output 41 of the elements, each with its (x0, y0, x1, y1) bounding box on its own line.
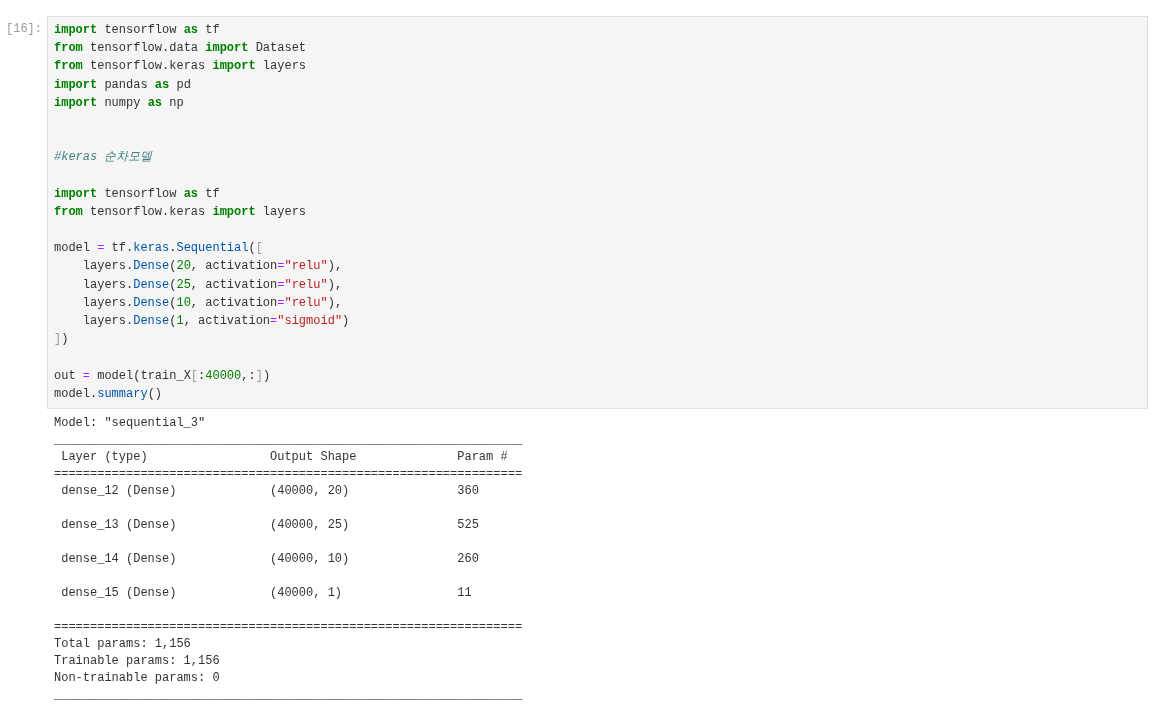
table-cell: 11 (457, 585, 472, 600)
summary-rule: ================================================================= (54, 619, 523, 634)
column-header: Param # (457, 449, 508, 464)
column-header: Output Shape (270, 449, 357, 464)
code-line: import tensorflow as tf (54, 22, 220, 39)
code-line: from tensorflow.keras import layers (54, 58, 307, 76)
summary-rule: _________________________________________________________________ (54, 432, 523, 447)
code-line: model.summary() (54, 385, 163, 403)
table-cell: 260 (457, 551, 479, 566)
code-line: from tensorflow.keras import layers (54, 203, 307, 221)
code-line: out = model(train_X[:40000,:]) (54, 367, 271, 385)
cell-prompt: [16]: (6, 21, 42, 38)
table-cell: (40000, 20) (270, 483, 350, 498)
table-cell: 360 (457, 483, 479, 498)
code-line: layers.Dense(20, activation="relu"), (81, 258, 343, 276)
code-line: model = tf.keras.Sequential([ (54, 240, 263, 258)
code-line: layers.Dense(10, activation="relu"), (81, 294, 343, 312)
column-header: Layer (type) (61, 449, 148, 464)
code-line: import tensorflow as tf (54, 185, 220, 203)
table-cell: dense_15 (Dense) (61, 585, 177, 600)
output-text: Non-trainable params: 0 (54, 670, 220, 685)
table-cell: dense_12 (Dense) (61, 483, 177, 498)
code-line: layers.Dense(1, activation="sigmoid") (81, 313, 350, 330)
code-line: layers.Dense(25, activation="relu"), (81, 276, 343, 294)
summary-rule: _________________________________________________________________ (54, 687, 523, 702)
code-line: #keras 순차모델 (54, 149, 153, 167)
output-text: Model: "sequential_3" (54, 415, 206, 430)
table-cell: (40000, 10) (270, 551, 350, 566)
table-cell: (40000, 1) (270, 585, 343, 600)
table-cell: dense_13 (Dense) (61, 517, 177, 532)
output-text: Trainable params: 1,156 (54, 653, 220, 668)
code-cell[interactable] (47, 16, 1148, 409)
code-line: import pandas as pd (54, 76, 191, 94)
table-cell: dense_14 (Dense) (61, 551, 177, 566)
table-cell: 525 (457, 517, 479, 532)
output-text: Total params: 1,156 (54, 636, 191, 651)
code-line: ]) (54, 331, 69, 349)
table-cell: (40000, 25) (270, 517, 350, 532)
code-line: from tensorflow.data import Dataset (54, 40, 307, 58)
code-line: import numpy as np (54, 94, 184, 112)
summary-rule: ================================================================= (54, 466, 523, 481)
